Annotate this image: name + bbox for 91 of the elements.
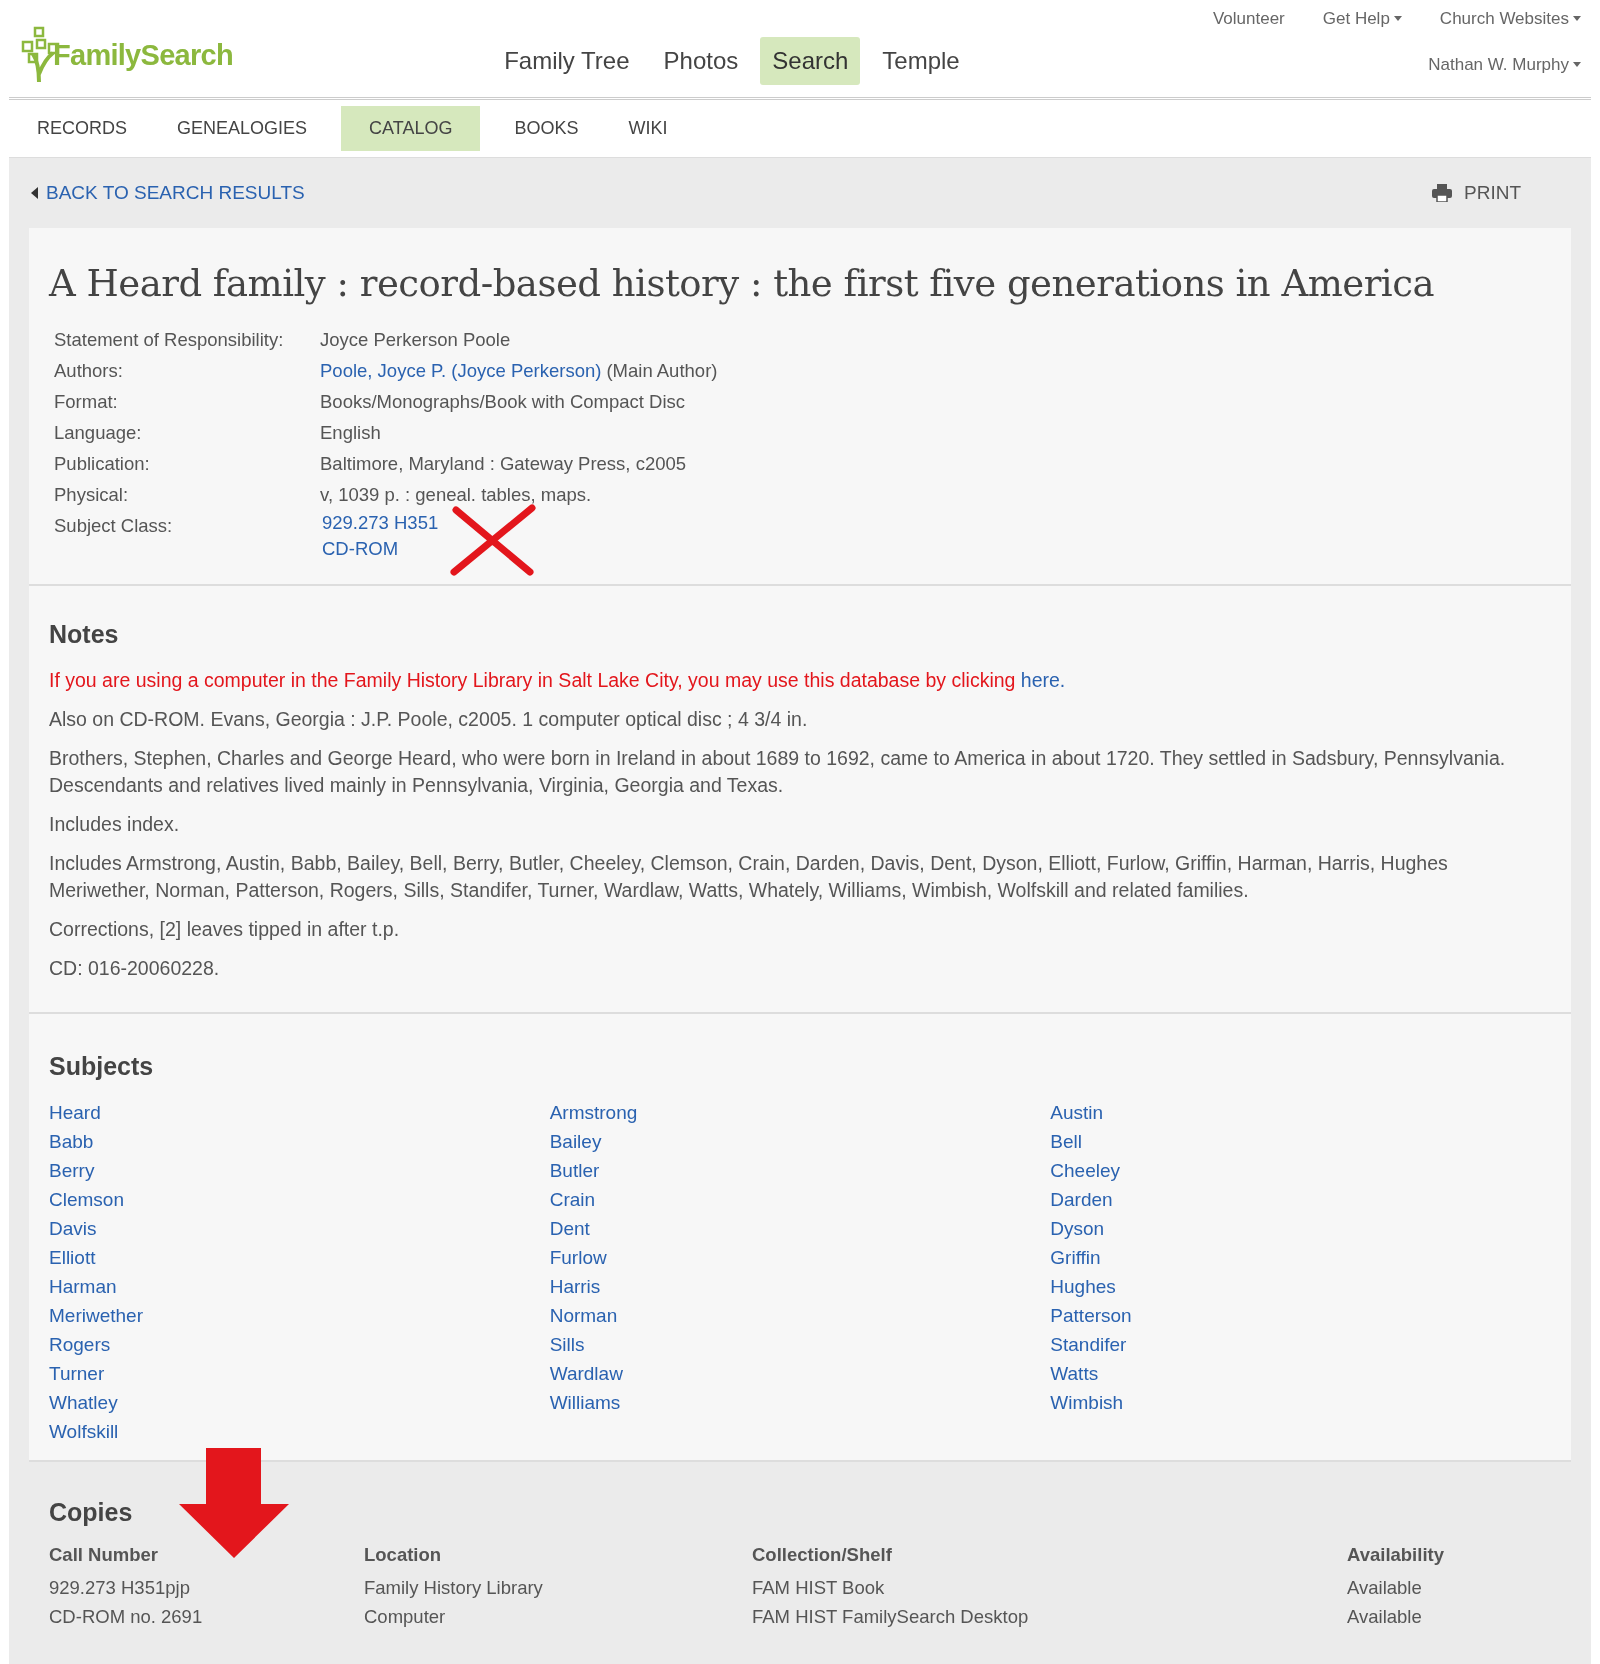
subject-link[interactable]: Crain — [549, 1184, 596, 1214]
subject-link[interactable]: Bailey — [549, 1126, 602, 1156]
subject-link[interactable]: Butler — [549, 1155, 600, 1185]
here-link[interactable]: here. — [1020, 669, 1066, 691]
catalog-tab[interactable]: WIKI — [612, 106, 684, 151]
table-cell-text: Computer — [364, 1604, 447, 1629]
field-value: English — [320, 421, 381, 443]
subject-link[interactable]: Wolfskill — [49, 1416, 119, 1446]
subject-link[interactable]: Harman — [49, 1271, 117, 1301]
record-title: A Heard family : record-based history : the first five generations in America — [49, 261, 1435, 307]
library-notice: If you are using a computer in the Family History Library in Salt Lake City, you may use this database by clicking here. — [49, 668, 1067, 693]
subject-link[interactable]: Norman — [549, 1300, 618, 1330]
field-label: Format: — [54, 389, 119, 414]
subject-link[interactable]: Sills — [549, 1329, 585, 1359]
subject-link[interactable]: Heard — [49, 1097, 101, 1127]
field-link[interactable]: 929.273 H351 — [322, 511, 439, 533]
column-header: Collection/Shelf — [752, 1541, 1347, 1573]
table-cell-text: Available — [1347, 1575, 1423, 1600]
note-text: Corrections, [2] leaves tipped in after t.p. — [49, 917, 401, 942]
subject-link[interactable]: Griffin — [1050, 1242, 1101, 1272]
field-value: v, 1039 p. : geneal. tables, maps. — [320, 483, 592, 505]
note-text: Also on CD-ROM. Evans, Georgia : J.P. Poole, c2005. 1 computer optical disc ; 4 3/4 in. — [49, 707, 809, 732]
field-label: Authors: — [54, 358, 124, 383]
table-cell-text: Available — [1347, 1604, 1423, 1629]
column-header: Call Number — [49, 1543, 159, 1567]
subject-link[interactable]: Rogers — [49, 1329, 111, 1359]
column-header: Availability — [1347, 1543, 1445, 1567]
catalog-tab[interactable]: CATALOG — [341, 106, 481, 151]
field-label: Publication: — [54, 451, 151, 476]
top-link[interactable]: Volunteer — [1212, 6, 1285, 32]
subject-link[interactable]: Meriwether — [49, 1300, 143, 1330]
field-label: Subject Class: — [54, 513, 174, 538]
subject-link[interactable]: Elliott — [49, 1242, 96, 1272]
subject-link[interactable]: Dent — [549, 1213, 590, 1243]
subject-link[interactable]: Williams — [549, 1387, 621, 1417]
table-cell-text: 929.273 H351pjp — [49, 1575, 191, 1600]
subject-link[interactable]: Turner — [49, 1358, 105, 1388]
note-text: Brothers, Stephen, Charles and George Heard, who were born in Ireland in about 1689 to 1692, came to America in about 1720. They settled in Sadsbury, Pennsylvania. Descendants and relatives lived mainly in Pennsylvania, Virginia, Georgia and Texas. — [49, 746, 1507, 798]
table-cell: FAM HIST FamilySearch Desktop — [752, 1601, 1347, 1631]
subject-link[interactable]: Darden — [1050, 1184, 1113, 1214]
subject-link[interactable]: Harris — [549, 1271, 601, 1301]
subject-link[interactable]: Patterson — [1050, 1300, 1132, 1330]
back-arrow-icon — [31, 187, 38, 199]
subject-link[interactable]: Standifer — [1050, 1329, 1127, 1359]
subject-link[interactable]: Watts — [1050, 1358, 1099, 1388]
table-cell: FAM HIST Book — [752, 1572, 1347, 1602]
field-value: Joyce Perkerson Poole — [320, 328, 511, 350]
back-link[interactable]: BACK TO SEARCH RESULTS — [31, 178, 305, 208]
nav-link[interactable]: Family Tree — [492, 37, 642, 85]
subject-link[interactable]: Hughes — [1050, 1271, 1116, 1301]
nav-link[interactable]: Search — [760, 37, 861, 85]
subject-link[interactable]: Davis — [49, 1213, 97, 1243]
field-link[interactable]: CD-ROM — [322, 537, 399, 559]
subject-link[interactable]: Furlow — [549, 1242, 607, 1272]
print-button[interactable]: PRINT — [1432, 178, 1521, 208]
subject-link[interactable]: Dyson — [1050, 1213, 1105, 1243]
subject-link[interactable]: Bell — [1050, 1126, 1082, 1156]
user-menu[interactable]: Nathan W. Murphy — [1428, 51, 1581, 77]
subject-link[interactable]: Berry — [49, 1155, 95, 1185]
table-cell-text: Family History Library — [364, 1575, 544, 1600]
printer-icon — [1432, 184, 1452, 202]
copies-heading: Copies — [49, 1496, 133, 1528]
catalog-tab[interactable]: RECORDS — [21, 106, 143, 151]
subject-link[interactable]: Clemson — [49, 1184, 124, 1214]
top-link[interactable]: Get Help — [1322, 6, 1402, 32]
column-header: Location — [364, 1541, 752, 1573]
field-value: (Main Author) — [606, 359, 718, 381]
nav-link[interactable]: Temple — [870, 37, 972, 85]
subject-link[interactable]: Wimbish — [1050, 1387, 1124, 1417]
nav-link[interactable]: Photos — [651, 37, 751, 85]
notes-heading: Notes — [49, 618, 120, 650]
subject-link[interactable]: Armstrong — [549, 1097, 638, 1127]
catalog-tab[interactable]: GENEALOGIES — [161, 106, 324, 151]
field-label: Language: — [54, 420, 143, 445]
subject-link[interactable]: Babb — [49, 1126, 94, 1156]
table-cell: CD-ROM no. 2691 — [49, 1601, 364, 1631]
field-label: Statement of Responsibility: — [54, 327, 285, 352]
catalog-tab[interactable]: BOOKS — [498, 106, 595, 151]
field-link[interactable]: Poole, Joyce P. (Joyce Perkerson) — [320, 359, 602, 381]
subjects-heading: Subjects — [49, 1051, 155, 1082]
top-link[interactable]: Church Websites — [1439, 6, 1581, 32]
subject-link[interactable]: Austin — [1050, 1097, 1104, 1127]
field-label: Physical: — [54, 482, 130, 507]
subject-link[interactable]: Wardlaw — [549, 1358, 623, 1388]
subject-link[interactable]: Cheeley — [1050, 1155, 1121, 1185]
note-text: CD: 016-20060228. — [49, 956, 221, 981]
subject-link[interactable]: Whatley — [49, 1387, 118, 1417]
note-text: Includes Armstrong, Austin, Babb, Bailey, Bell, Berry, Butler, Cheeley, Clemson, Crain, Darden, Davis, Dent, Dyson, Elliott, Furlow, Griffin, Harman, Harris, Hughes Meriwether, Norman, Patterson, Rogers, Sills, Standifer, Turner, Wardlaw, Watts, Whately, Williams, Wimbish, Wolfskill and related families. — [49, 851, 1449, 903]
note-text: Includes index. — [49, 812, 181, 837]
field-value: Baltimore, Maryland : Gateway Press, c2005 — [320, 452, 687, 474]
field-value: Books/Monographs/Book with Compact Disc — [320, 390, 686, 412]
